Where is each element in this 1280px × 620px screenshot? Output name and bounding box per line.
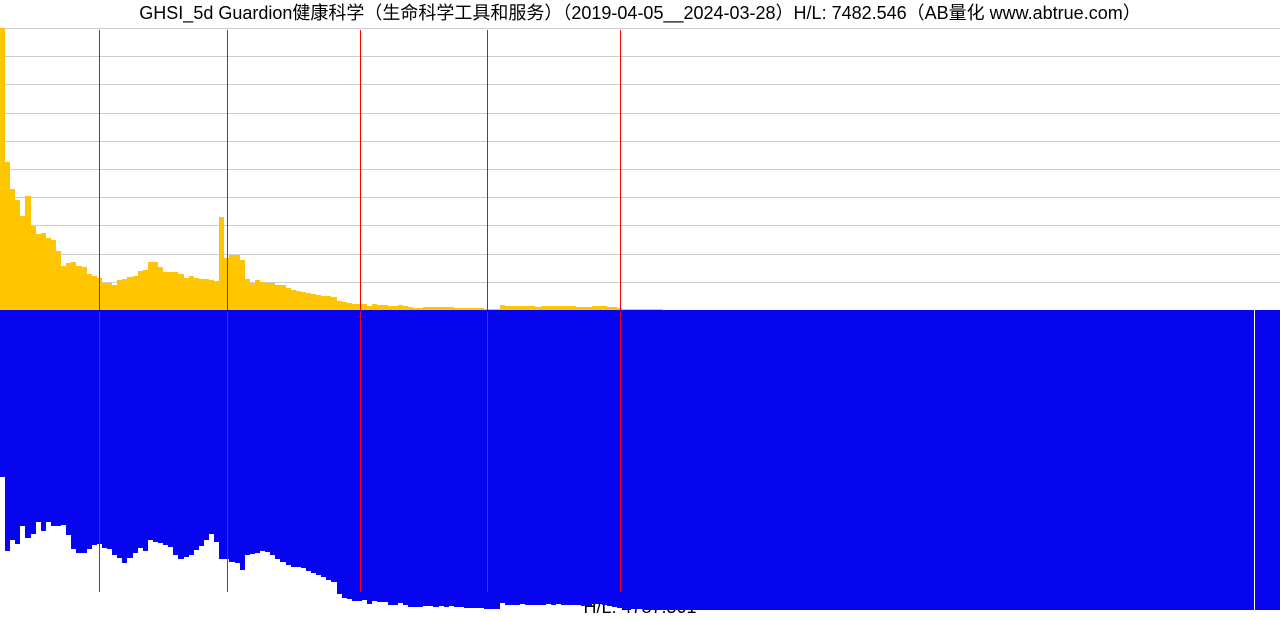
chart-title: GHSI_5d Guardion健康科学（生命科学工具和服务）（2019-04-… <box>0 0 1280 26</box>
marker-line <box>360 312 361 592</box>
gridline <box>0 113 1280 114</box>
gridline <box>0 56 1280 57</box>
marker-line <box>620 30 621 310</box>
gridline <box>0 141 1280 142</box>
marker-line <box>620 312 621 592</box>
marker-line <box>99 30 100 310</box>
gridline <box>0 225 1280 226</box>
gridline <box>0 197 1280 198</box>
lower-panel <box>0 310 1280 610</box>
marker-line <box>360 30 361 310</box>
gridline <box>0 84 1280 85</box>
gridline <box>0 169 1280 170</box>
gridline <box>0 254 1280 255</box>
marker-line <box>99 312 100 592</box>
marker-line <box>487 312 488 592</box>
marker-line <box>227 30 228 310</box>
bar-down <box>1275 310 1280 610</box>
marker-line <box>487 30 488 310</box>
upper-panel <box>0 28 1280 310</box>
marker-line <box>227 312 228 592</box>
gridline <box>0 28 1280 29</box>
